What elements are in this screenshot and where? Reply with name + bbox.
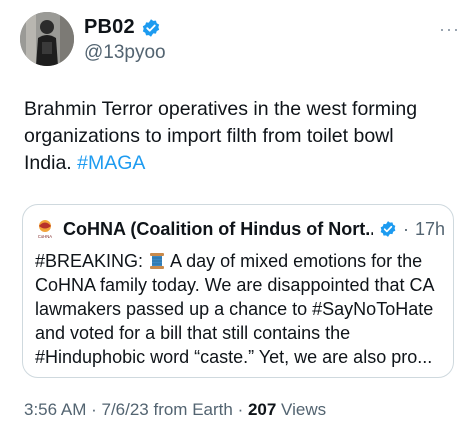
tweet-time[interactable]: 3:56 AM — [24, 400, 86, 419]
quoted-author-name[interactable]: CoHNA (Coalition of Hindus of Nort... — [63, 219, 373, 240]
author-display-name[interactable]: PB02 — [84, 16, 135, 39]
views-count: 207 — [247, 400, 277, 419]
svg-text:CoHNA: CoHNA — [38, 234, 52, 239]
tweet-metadata: 3:56 AM · 7/6/23 from Earth · 207 Views — [24, 400, 326, 420]
quoted-verified-badge-icon — [379, 220, 397, 238]
views-label: Views — [276, 400, 327, 419]
author-handle[interactable]: @13pyoo — [84, 42, 166, 64]
quoted-tweet-header: CoHNA CoHNA (Coalition of Hindus of Nort… — [33, 217, 445, 241]
tweet-source: from Earth — [148, 400, 233, 419]
tweet-date[interactable]: 7/6/23 — [101, 400, 148, 419]
hashtag-link[interactable]: #MAGA — [77, 152, 145, 174]
quoted-timestamp[interactable]: 17h — [415, 219, 445, 240]
meta-separator: · — [86, 400, 102, 419]
more-options-icon[interactable]: ··· — [439, 20, 460, 38]
spool-of-thread-emoji-icon — [150, 253, 165, 269]
avatar[interactable] — [20, 12, 74, 66]
quoted-separator: · — [402, 218, 409, 239]
person-silhouette-avatar-icon — [20, 12, 74, 66]
verified-badge-icon[interactable] — [141, 18, 161, 38]
meta-separator: · — [232, 400, 248, 419]
tweet-text: Brahmin Terror operatives in the west fo… — [24, 96, 444, 177]
cohna-logo-icon: CoHNA — [33, 217, 57, 241]
author-name-row[interactable]: PB02 — [84, 16, 161, 39]
quoted-text-start: #BREAKING: — [35, 251, 149, 271]
quoted-tweet-card[interactable]: CoHNA CoHNA (Coalition of Hindus of Nort… — [22, 204, 454, 378]
quoted-tweet-text: #BREAKING: A day of mixed emotions for t… — [35, 249, 445, 369]
